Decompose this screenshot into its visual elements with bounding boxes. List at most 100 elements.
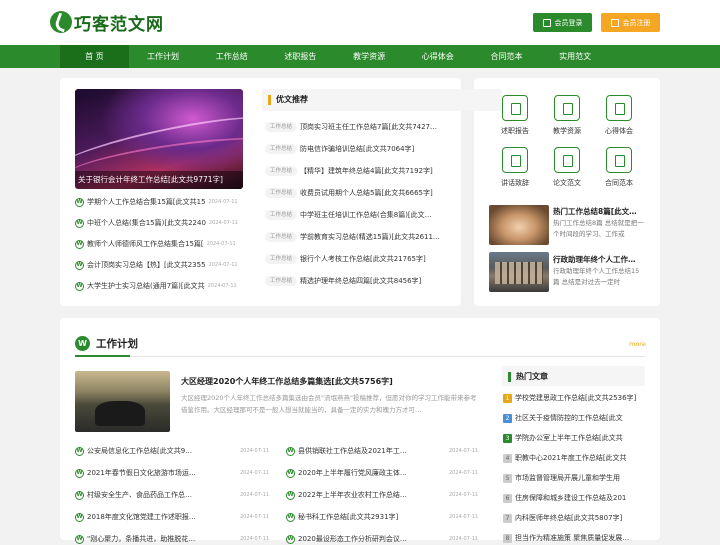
register-button[interactable]: 会员注册 xyxy=(601,13,660,32)
hot-item[interactable]: 1 学校党建思政工作总结[此文共2536字] xyxy=(503,392,645,404)
nav-work-summary[interactable]: 工作总结 xyxy=(197,45,266,68)
list-item[interactable]: W 2020最设形态工作分析研判会议… 2024-07-11 xyxy=(286,533,482,545)
category-tag[interactable]: 工作总结 xyxy=(265,188,298,198)
list-item[interactable]: W 2022年上半年农业农村工作总结… 2024-07-11 xyxy=(286,489,482,501)
w-icon: W xyxy=(75,239,84,249)
quick-link-contract[interactable]: 合同范本 xyxy=(599,147,639,188)
hot-item[interactable]: 6 住房保障和城乡建设工作总结及201 xyxy=(503,492,645,504)
hot-item[interactable]: 5 市场监督管理局开展儿童和学生用 xyxy=(503,472,645,484)
hot-item[interactable]: 3 学院办公室上半年工作总结[此文共 xyxy=(503,432,645,444)
w-icon: W xyxy=(286,490,295,500)
list-item[interactable]: W 中班个人总结(集合15篇)[此文共2240 2024-07-11 xyxy=(75,217,240,229)
divider-accent xyxy=(75,355,130,357)
list-item[interactable]: W 教师个人师德师风工作总结集合15篇[ 2024-07-11 xyxy=(75,238,240,250)
w-icon: W xyxy=(75,218,84,228)
paper-icon xyxy=(554,147,580,173)
article-title[interactable]: 热门工作总结8篇[此文… xyxy=(553,206,648,217)
logo-icon xyxy=(50,11,72,33)
category-tag[interactable]: 工作总结 xyxy=(265,144,298,154)
list-item[interactable]: 工作总结 学前教育实习总结(精选15篇)[此文共2611… xyxy=(265,231,450,243)
w-icon: W xyxy=(75,336,90,351)
category-tag[interactable]: 工作总结 xyxy=(265,232,298,242)
quick-link-report[interactable]: 述职报告 xyxy=(495,95,535,136)
list-item[interactable]: 工作总结 收费员试用期个人总结5篇[此文共6665字] xyxy=(265,187,450,199)
logo-text: 巧客范文网 xyxy=(74,14,164,35)
edit-icon xyxy=(542,18,551,27)
featured-image[interactable] xyxy=(75,371,170,432)
banner-image[interactable]: 关于银行会计年终工作总结[此文共9771字] xyxy=(75,89,243,189)
site-logo[interactable]: 巧客范文网 xyxy=(50,10,164,35)
section-header: W 工作计划 xyxy=(75,336,138,351)
divider xyxy=(75,356,645,357)
featured-title[interactable]: 大区经理2020个人年终工作总结多篇集选[此文共5756字] xyxy=(181,376,393,387)
w-icon: W xyxy=(286,446,295,456)
article-desc: 行政助理年终个人工作总结15篇 总结是对过去一定时 xyxy=(553,267,640,286)
hot-title: 热门文章 xyxy=(508,371,548,382)
list-item[interactable]: W 学期个人工作总结合集15篇[此文共15 2024-07-11 xyxy=(75,196,240,208)
list-item[interactable]: W "刚心聚力，条播共进，助推脱花… 2024-07-11 xyxy=(75,533,275,545)
featured-desc: 大区经理2020个人年终工作总结多篇集选由会员"流氓燕燕"投稿推荐，但愿对你的学… xyxy=(181,394,477,414)
list-item[interactable]: W 会计顶岗实习总结【热】[此文共2355 2024-07-11 xyxy=(75,259,240,271)
contract-icon xyxy=(606,147,632,173)
article-thumbnail[interactable] xyxy=(489,252,549,292)
quick-link-teaching[interactable]: 教学资源 xyxy=(547,95,587,136)
quick-link-experience[interactable]: 心得体会 xyxy=(599,95,639,136)
article-thumbnail[interactable] xyxy=(489,205,549,245)
article-title[interactable]: 行政助理年终个人工作… xyxy=(553,254,648,265)
w-icon: W xyxy=(286,512,295,522)
list-item[interactable]: W 秘书科工作总结[此文共2931字] 2024-07-11 xyxy=(286,511,482,523)
quick-link-speech[interactable]: 讲话致辞 xyxy=(495,147,535,188)
nav-teaching[interactable]: 教学资源 xyxy=(335,45,404,68)
nav-experience[interactable]: 心得体会 xyxy=(403,45,472,68)
category-tag[interactable]: 工作总结 xyxy=(265,254,298,264)
list-item[interactable]: W 公安局信息化工作总结[此文共9… 2024-07-11 xyxy=(75,445,275,457)
list-item[interactable]: W 村级安全生产、食品药品工作总… 2024-07-11 xyxy=(75,489,275,501)
hot-item[interactable]: 4 职教中心2021年度工作总结[此文共 xyxy=(503,452,645,464)
list-item[interactable]: W 2020年上半年履行党风廉政主体… 2024-07-11 xyxy=(286,467,482,479)
nav-practical[interactable]: 实用范文 xyxy=(541,45,610,68)
section-title: 工作计划 xyxy=(96,338,138,350)
list-item[interactable]: 工作总结 精选护理年终总结四篇[此文共8456字] xyxy=(265,275,450,287)
teaching-icon xyxy=(554,95,580,121)
category-tag[interactable]: 工作总结 xyxy=(265,122,298,132)
category-tag[interactable]: 工作总结 xyxy=(265,166,298,176)
list-item[interactable]: 工作总结 【精华】建筑年终总结4篇[此文共7192字] xyxy=(265,165,450,177)
title-marker-icon xyxy=(508,371,511,382)
hot-item[interactable]: 7 内科医师年终总结[此文共5807字] xyxy=(503,512,645,524)
title-marker-icon xyxy=(268,94,271,105)
list-item[interactable]: 工作总结 顶岗实习班主任工作总结7篇[此文共7427… xyxy=(265,121,450,133)
category-tag[interactable]: 工作总结 xyxy=(265,276,298,286)
login-label: 会员登录 xyxy=(554,18,583,27)
nav-work-plan[interactable]: 工作计划 xyxy=(129,45,198,68)
nav-debrief[interactable]: 述职报告 xyxy=(266,45,335,68)
hot-item[interactable]: 2 社区关于疫情防控的工作总结[此文 xyxy=(503,412,645,424)
list-item[interactable]: W 县供销联社工作总结及2021年工… 2024-07-11 xyxy=(286,445,482,457)
list-item[interactable]: 工作总结 银行个人考核工作总结[此文共21765字] xyxy=(265,253,450,265)
list-item[interactable]: 工作总结 中学班主任培训工作总结(合集8篇)[此文… xyxy=(265,209,450,221)
user-icon xyxy=(610,18,619,27)
register-label: 会员注册 xyxy=(622,18,651,27)
site-header: 巧客范文网 会员登录 会员注册 xyxy=(0,0,720,45)
banner-caption[interactable]: 关于银行会计年终工作总结[此文共9771字] xyxy=(75,171,243,189)
quick-link-paper[interactable]: 论文范文 xyxy=(547,147,587,188)
w-icon: W xyxy=(286,534,295,544)
w-icon: W xyxy=(75,446,84,456)
list-item[interactable]: 工作总结 防电信诈骗培训总结[此文共7064字] xyxy=(265,143,450,155)
nav-home[interactable]: 首 页 xyxy=(60,45,129,68)
w-icon: W xyxy=(75,468,84,478)
list-item[interactable]: W 大学生护士实习总结(通用7篇)[此文共 2024-07-11 xyxy=(75,280,240,292)
main-nav: 首 页 工作计划 工作总结 述职报告 教学资源 心得体会 合同范本 实用范文 xyxy=(0,45,720,68)
book-icon xyxy=(606,95,632,121)
w-icon: W xyxy=(75,490,84,500)
w-icon: W xyxy=(75,534,84,544)
category-tag[interactable]: 工作总结 xyxy=(265,210,298,220)
hot-item[interactable]: 8 担当作为精准施策 聚焦质量促发展… xyxy=(503,532,645,544)
speech-icon xyxy=(502,147,528,173)
login-button[interactable]: 会员登录 xyxy=(533,13,592,32)
w-icon: W xyxy=(75,512,84,522)
list-item[interactable]: W 2021年春节假日文化旅游市场运… 2024-07-11 xyxy=(75,467,275,479)
more-link[interactable]: more xyxy=(629,340,646,348)
list-item[interactable]: W 2018年度文化馆党建工作述职报… 2024-07-11 xyxy=(75,511,275,523)
w-icon: W xyxy=(75,197,84,207)
nav-contract[interactable]: 合同范本 xyxy=(472,45,541,68)
